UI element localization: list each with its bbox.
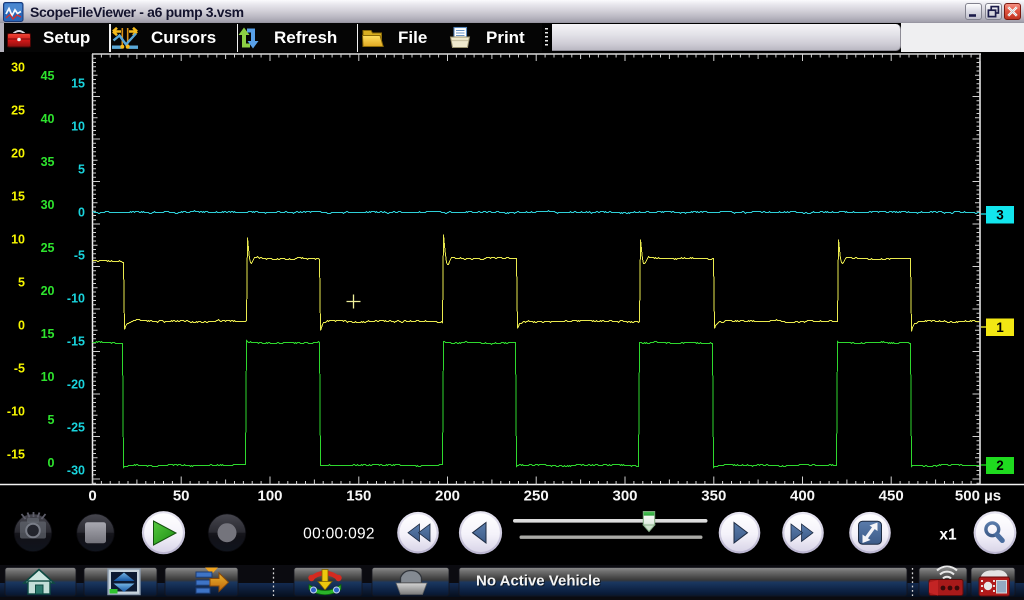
svg-text:1: 1 (996, 320, 1004, 335)
svg-text:5: 5 (48, 413, 55, 427)
svg-text:20: 20 (11, 146, 25, 160)
svg-text:30: 30 (41, 198, 55, 212)
svg-text:-10: -10 (7, 404, 25, 418)
svg-text:3: 3 (996, 208, 1004, 223)
svg-text:400: 400 (790, 488, 815, 505)
svg-text:200: 200 (435, 488, 460, 505)
svg-text:-5: -5 (14, 361, 25, 375)
svg-text:-15: -15 (67, 334, 85, 348)
svg-text:0: 0 (48, 456, 55, 470)
svg-text:0: 0 (18, 318, 25, 332)
svg-text:150: 150 (346, 488, 371, 505)
svg-text:40: 40 (41, 112, 55, 126)
svg-text:-30: -30 (67, 463, 85, 477)
svg-text:0: 0 (88, 488, 96, 505)
svg-text:500 µs: 500 µs (955, 488, 1001, 505)
svg-text:45: 45 (41, 69, 55, 83)
svg-text:00:00:092: 00:00:092 (303, 526, 375, 543)
svg-text:-10: -10 (67, 291, 85, 305)
svg-text:35: 35 (41, 155, 55, 169)
svg-text:5: 5 (18, 275, 25, 289)
svg-text:-20: -20 (67, 377, 85, 391)
svg-text:10: 10 (71, 119, 85, 133)
svg-text:15: 15 (11, 189, 25, 203)
svg-text:5: 5 (78, 162, 85, 176)
svg-text:10: 10 (11, 232, 25, 246)
svg-text:20: 20 (41, 284, 55, 298)
svg-text:2: 2 (996, 458, 1004, 473)
svg-text:15: 15 (71, 76, 85, 90)
svg-text:50: 50 (173, 488, 190, 505)
svg-text:-25: -25 (67, 420, 85, 434)
svg-text:30: 30 (11, 60, 25, 74)
svg-text:No Active Vehicle: No Active Vehicle (476, 572, 601, 589)
svg-text:300: 300 (612, 488, 637, 505)
svg-text:10: 10 (41, 370, 55, 384)
svg-text:0: 0 (78, 205, 85, 219)
svg-text:25: 25 (41, 241, 55, 255)
svg-text:-15: -15 (7, 447, 25, 461)
svg-text:250: 250 (524, 488, 549, 505)
svg-text:450: 450 (879, 488, 904, 505)
svg-text:-5: -5 (74, 248, 85, 262)
svg-text:15: 15 (41, 327, 55, 341)
svg-text:x1: x1 (939, 526, 957, 543)
svg-text:100: 100 (257, 488, 282, 505)
svg-text:350: 350 (701, 488, 726, 505)
svg-text:25: 25 (11, 103, 25, 117)
